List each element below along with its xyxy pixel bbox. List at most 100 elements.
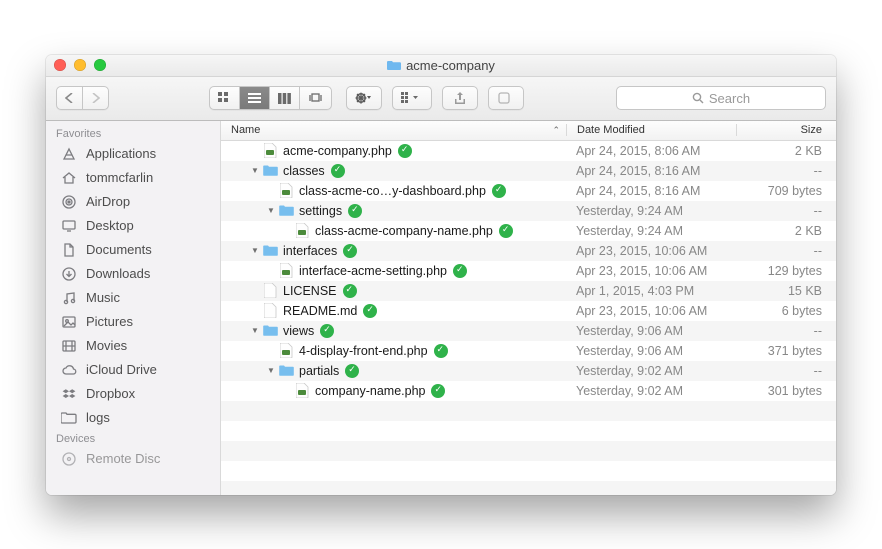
file-date: Apr 24, 2015, 8:16 AM [566,184,736,198]
sidebar-item-tommcfarlin[interactable]: tommcfarlin [46,166,220,190]
file-size: -- [736,244,836,258]
table-row[interactable]: ▼viewsYesterday, 9:06 AM-- [221,321,836,341]
sidebar-item-label: Applications [86,146,156,161]
view-columns[interactable] [270,87,300,109]
share-button[interactable] [442,86,478,110]
action-menu[interactable] [347,87,381,109]
column-date[interactable]: Date Modified [566,124,736,136]
sidebar-item-documents[interactable]: Documents [46,238,220,262]
file-name: LICENSE [283,284,337,298]
sidebar-section-label: Favorites [46,125,220,142]
file-size: -- [736,364,836,378]
file-name: settings [299,204,342,218]
empty-row [221,481,836,495]
sidebar-item-label: Dropbox [86,386,135,401]
empty-row [221,421,836,441]
disclosure-icon[interactable]: ▼ [251,246,259,255]
view-icon-grid[interactable] [210,87,240,109]
file-size: -- [736,164,836,178]
sidebar-item-music[interactable]: Music [46,286,220,310]
back-button[interactable] [57,87,83,109]
disclosure-icon[interactable]: ▼ [267,366,275,375]
disclosure-icon[interactable]: ▼ [251,326,259,335]
table-row[interactable]: company-name.phpYesterday, 9:02 AM301 by… [221,381,836,401]
file-name: interfaces [283,244,337,258]
table-row[interactable]: 4-display-front-end.phpYesterday, 9:06 A… [221,341,836,361]
dropbox-icon [60,385,78,403]
empty-row [221,401,836,421]
close-button[interactable] [54,59,66,71]
view-list[interactable] [240,87,270,109]
toolbar: Search [46,77,836,121]
table-row[interactable]: ▼settingsYesterday, 9:24 AM-- [221,201,836,221]
group-menu[interactable] [393,87,431,109]
sidebar-item-applications[interactable]: Applications [46,142,220,166]
column-date-label: Date Modified [577,124,645,136]
music-icon [60,289,78,307]
forward-button[interactable] [83,87,108,109]
sidebar-item-label: Downloads [86,266,150,281]
file-date: Yesterday, 9:06 AM [566,324,736,338]
finder-window: acme-company [46,55,836,495]
rows: acme-company.php Apr 24, 2015, 8:06 AM2 K… [221,141,836,495]
sync-status-icon [431,384,445,398]
file-name: README.md [283,304,357,318]
tags-button[interactable] [488,86,524,110]
sidebar-item-pictures[interactable]: Pictures [46,310,220,334]
sidebar-item-label: Movies [86,338,127,353]
sidebar-item-movies[interactable]: Movies [46,334,220,358]
sidebar-item-logs[interactable]: logs [46,406,220,430]
view-switcher [209,86,332,110]
table-row[interactable]: LICENSEApr 1, 2015, 4:03 PM15 KB [221,281,836,301]
table-row[interactable]: ▼ partials Yesterday, 9:02 AM-- [221,361,836,381]
file-name: acme-company.php [283,144,392,158]
sidebar-item-dropbox[interactable]: Dropbox [46,382,220,406]
file-date: Apr 23, 2015, 10:06 AM [566,244,736,258]
sidebar-item-icloud-drive[interactable]: iCloud Drive [46,358,220,382]
pic-icon [60,313,78,331]
disclosure-icon[interactable]: ▼ [251,166,259,175]
table-row[interactable]: acme-company.php Apr 24, 2015, 8:06 AM2 K… [221,141,836,161]
sidebar-item-remote-disc[interactable]: Remote Disc [46,447,220,471]
sidebar-item-downloads[interactable]: Downloads [46,262,220,286]
view-coverflow[interactable] [300,87,331,109]
sync-status-icon [348,204,362,218]
table-row[interactable]: class-acme-co…y-dashboard.phpApr 24, 201… [221,181,836,201]
file-date: Apr 24, 2015, 8:06 AM [566,144,736,158]
file-name: classes [283,164,325,178]
table-row[interactable]: ▼ interfaces Apr 23, 2015, 10:06 AM-- [221,241,836,261]
empty-row [221,461,836,481]
file-date: Yesterday, 9:06 AM [566,344,736,358]
zoom-button[interactable] [94,59,106,71]
file-date: Yesterday, 9:24 AM [566,224,736,238]
desktop-icon [60,217,78,235]
sidebar-item-desktop[interactable]: Desktop [46,214,220,238]
sidebar-item-label: AirDrop [86,194,130,209]
column-headers: Name ⌃ Date Modified Size [221,121,836,141]
search-field[interactable]: Search [616,86,826,110]
file-date: Yesterday, 9:02 AM [566,384,736,398]
table-row[interactable]: README.mdApr 23, 2015, 10:06 AM6 bytes [221,301,836,321]
sidebar-item-label: Music [86,290,120,305]
movie-icon [60,337,78,355]
file-size: 2 KB [736,144,836,158]
empty-row [221,441,836,461]
table-row[interactable]: ▼classesApr 24, 2015, 8:16 AM-- [221,161,836,181]
minimize-button[interactable] [74,59,86,71]
sync-status-icon [363,304,377,318]
sidebar: Favorites Applications tommcfarlin AirDrop D… [46,121,221,495]
column-size-label: Size [801,124,822,136]
sidebar-item-airdrop[interactable]: AirDrop [46,190,220,214]
table-row[interactable]: interface-acme-setting.phpApr 23, 2015, … [221,261,836,281]
file-date: Yesterday, 9:02 AM [566,364,736,378]
file-name: partials [299,364,339,378]
file-listing: Name ⌃ Date Modified Size acme-company.p… [221,121,836,495]
down-icon [60,265,78,283]
table-row[interactable]: class-acme-company-name.phpYesterday, 9:… [221,221,836,241]
disclosure-icon[interactable]: ▼ [267,206,275,215]
sync-status-icon [434,344,448,358]
column-size[interactable]: Size [736,124,836,136]
sort-indicator-icon: ⌃ [552,125,560,136]
sync-status-icon [398,144,412,158]
column-name[interactable]: Name ⌃ [221,124,566,136]
